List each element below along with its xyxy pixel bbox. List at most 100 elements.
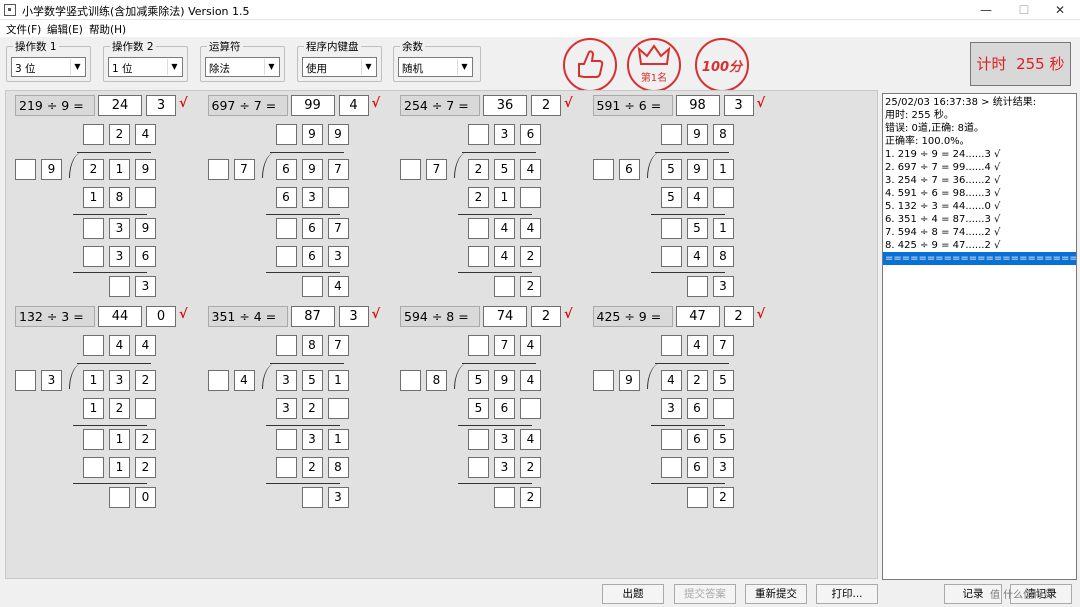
remainder-digit[interactable]: 0 (135, 487, 156, 508)
dividend-digit[interactable]: 2 (135, 370, 156, 391)
dividend-digit[interactable]: 5 (301, 370, 323, 391)
product-digit[interactable]: 2 (109, 398, 130, 419)
quotient-digit[interactable]: 4 (135, 335, 156, 356)
quotient-digit[interactable]: 8 (712, 124, 734, 145)
product-digit[interactable]: 3 (275, 398, 297, 419)
bring-down-digit[interactable]: 3 (494, 429, 515, 450)
divisor-digit[interactable]: 9 (618, 370, 640, 391)
dividend-digit[interactable]: 2 (686, 370, 708, 391)
remainder-input[interactable]: 3 (146, 95, 176, 116)
dividend-digit[interactable]: 2 (468, 159, 489, 180)
divisor-digit[interactable] (15, 159, 36, 180)
product-digit[interactable]: 4 (686, 187, 708, 208)
bring-down-digit[interactable]: 2 (135, 429, 156, 450)
product-digit[interactable]: 1 (83, 398, 104, 419)
operand1-select[interactable]: 3 位 ▼ (11, 57, 86, 77)
product-digit[interactable]: 6 (135, 246, 156, 267)
quotient-input[interactable]: 44 (98, 306, 142, 327)
generate-button[interactable]: 出题 (602, 584, 664, 604)
resubmit-button[interactable]: 重新提交 (745, 584, 807, 604)
menu-file[interactable]: 文件(F) (6, 22, 41, 37)
divisor-digit[interactable] (400, 370, 421, 391)
dividend-digit[interactable]: 2 (83, 159, 104, 180)
dividend-digit[interactable]: 5 (494, 159, 515, 180)
quotient-input[interactable]: 99 (290, 95, 335, 116)
product-digit[interactable] (83, 457, 104, 478)
quotient-digit[interactable]: 4 (135, 124, 156, 145)
quotient-digit[interactable] (83, 335, 104, 356)
dividend-digit[interactable]: 3 (109, 370, 130, 391)
product-digit[interactable]: 3 (301, 187, 323, 208)
operand2-select[interactable]: 1 位 ▼ (108, 57, 183, 77)
divisor-digit[interactable] (400, 159, 421, 180)
dividend-digit[interactable]: 1 (109, 159, 130, 180)
dividend-digit[interactable]: 1 (712, 159, 734, 180)
product-digit[interactable] (135, 398, 156, 419)
quotient-digit[interactable]: 2 (109, 124, 130, 145)
product-digit[interactable]: 3 (494, 457, 515, 478)
remainder-input[interactable]: 0 (146, 306, 176, 327)
dividend-digit[interactable]: 4 (660, 370, 682, 391)
bring-down-digit[interactable]: 1 (712, 218, 734, 239)
menu-edit[interactable]: 编辑(E) (47, 22, 83, 37)
quotient-digit[interactable]: 3 (494, 124, 515, 145)
close-button[interactable]: ✕ (1040, 0, 1080, 20)
product-digit[interactable] (468, 246, 489, 267)
remainder-digit[interactable] (686, 487, 708, 508)
remainder-input[interactable]: 2 (723, 306, 754, 327)
product-digit[interactable]: 4 (494, 246, 515, 267)
remainder-digit[interactable]: 3 (135, 276, 156, 297)
dividend-digit[interactable]: 6 (275, 159, 297, 180)
product-digit[interactable]: 3 (109, 246, 130, 267)
remainder-digit[interactable] (109, 276, 130, 297)
product-digit[interactable]: 8 (327, 457, 349, 478)
product-digit[interactable] (660, 457, 682, 478)
bring-down-digit[interactable] (83, 429, 104, 450)
product-digit[interactable]: 3 (327, 246, 349, 267)
product-digit[interactable]: 6 (494, 398, 515, 419)
divisor-digit[interactable]: 7 (426, 159, 447, 180)
quotient-digit[interactable]: 7 (327, 335, 349, 356)
product-digit[interactable]: 3 (712, 457, 734, 478)
quotient-digit[interactable] (468, 124, 489, 145)
dividend-digit[interactable]: 5 (660, 159, 682, 180)
quotient-digit[interactable] (660, 335, 682, 356)
remainder-digit[interactable]: 2 (520, 276, 541, 297)
divisor-digit[interactable]: 6 (618, 159, 640, 180)
bring-down-digit[interactable]: 6 (301, 218, 323, 239)
product-digit[interactable] (275, 246, 297, 267)
quotient-digit[interactable]: 4 (686, 335, 708, 356)
quotient-digit[interactable]: 9 (686, 124, 708, 145)
result-log[interactable]: 25/02/03 16:37:38 > 统计结果: 用时: 255 秒。 错误:… (882, 93, 1077, 580)
bring-down-digit[interactable]: 3 (301, 429, 323, 450)
log-selected-line[interactable]: ================================ (883, 252, 1076, 265)
product-digit[interactable] (135, 187, 156, 208)
divisor-digit[interactable]: 9 (41, 159, 62, 180)
bring-down-digit[interactable]: 3 (109, 218, 130, 239)
quotient-digit[interactable] (468, 335, 489, 356)
quotient-digit[interactable] (275, 335, 297, 356)
remainder-input[interactable]: 4 (338, 95, 369, 116)
product-digit[interactable]: 2 (468, 187, 489, 208)
product-digit[interactable] (660, 246, 682, 267)
quotient-digit[interactable] (275, 124, 297, 145)
dividend-digit[interactable]: 3 (275, 370, 297, 391)
bring-down-digit[interactable]: 4 (494, 218, 515, 239)
product-digit[interactable]: 2 (520, 457, 541, 478)
quotient-digit[interactable]: 8 (301, 335, 323, 356)
remainder-select[interactable]: 随机 ▼ (398, 57, 473, 77)
product-digit[interactable] (83, 246, 104, 267)
product-digit[interactable]: 6 (686, 398, 708, 419)
maximize-button[interactable]: ☐ (1004, 0, 1044, 20)
product-digit[interactable] (712, 398, 734, 419)
bring-down-digit[interactable]: 1 (327, 429, 349, 450)
dividend-digit[interactable]: 9 (686, 159, 708, 180)
divisor-digit[interactable] (15, 370, 36, 391)
dividend-digit[interactable]: 9 (301, 159, 323, 180)
remainder-digit[interactable] (301, 276, 323, 297)
quotient-digit[interactable]: 7 (712, 335, 734, 356)
product-digit[interactable]: 4 (686, 246, 708, 267)
quotient-digit[interactable]: 4 (109, 335, 130, 356)
bring-down-digit[interactable] (468, 429, 489, 450)
divisor-digit[interactable] (207, 159, 229, 180)
